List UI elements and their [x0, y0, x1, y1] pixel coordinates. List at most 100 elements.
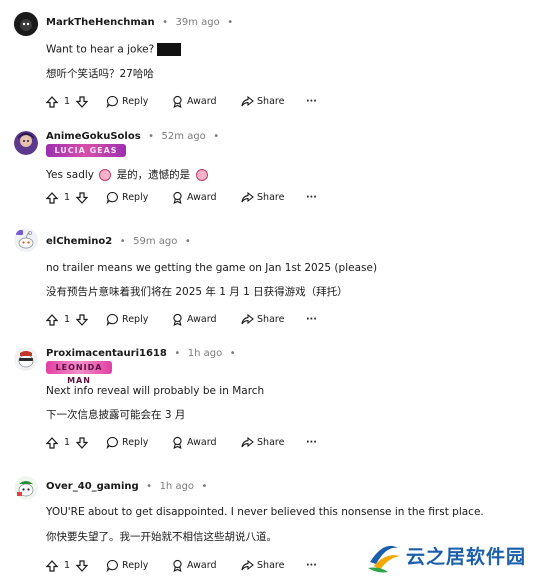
share-button[interactable]: Share: [241, 94, 284, 110]
downvote-button[interactable]: [76, 190, 88, 206]
upvote-icon: [46, 559, 58, 572]
timestamp: 52m ago: [161, 131, 206, 142]
downvote-button[interactable]: [76, 435, 88, 451]
user-flair: LEONIDA MAN: [46, 361, 112, 385]
comment-text: no trailer means we getting the game on …: [46, 262, 378, 274]
award-button[interactable]: Award: [171, 558, 217, 574]
upvote-button[interactable]: [46, 312, 58, 328]
comment: elChemino2 • 59m ago • no trailer means …: [0, 222, 550, 337]
upvote-button[interactable]: [46, 558, 58, 574]
username[interactable]: Proximacentauri1618: [46, 348, 167, 359]
username[interactable]: Over_40_gaming: [46, 481, 139, 492]
emoji-icon: [195, 169, 208, 181]
share-icon: [241, 436, 254, 448]
reply-button[interactable]: Reply: [106, 312, 148, 328]
timestamp: 1h ago: [159, 481, 195, 492]
comment-translation: 没有预告片意味着我们将在 2025 年 1 月 1 日获得游戏（拜托）: [46, 286, 348, 298]
avatar[interactable]: [14, 476, 38, 500]
award-icon: [173, 436, 182, 449]
downvote-icon: [76, 313, 88, 326]
award-icon: [173, 95, 182, 108]
share-icon: [241, 313, 254, 325]
vote-count: 1: [64, 437, 71, 448]
reply-icon: [106, 559, 118, 572]
username[interactable]: MarkTheHenchman: [46, 17, 155, 28]
award-icon: [173, 313, 182, 326]
share-button[interactable]: Share: [241, 558, 284, 574]
emoji-icon: [99, 169, 112, 181]
downvote-button[interactable]: [76, 558, 88, 574]
downvote-icon: [76, 191, 88, 204]
watermark-text: 云之居软件园: [406, 546, 527, 568]
award-button[interactable]: Award: [171, 435, 217, 451]
watermark-logo-icon: [368, 545, 400, 573]
reply-icon: [106, 95, 118, 108]
redacted-emoji: [157, 43, 182, 56]
award-icon: [173, 559, 182, 572]
avatar[interactable]: [14, 228, 38, 252]
comment: AnimeGokuSolos • 52m ago • LUCIA GEAS Ye…: [0, 127, 550, 215]
vote-count: 1: [64, 192, 71, 203]
share-button[interactable]: Share: [241, 435, 284, 451]
upvote-icon: [46, 191, 58, 204]
downvote-icon: [76, 95, 88, 108]
more-options-button[interactable]: ···: [306, 190, 317, 206]
vote-count: 1: [64, 314, 71, 325]
reply-icon: [106, 436, 118, 449]
timestamp: 59m ago: [133, 236, 178, 247]
upvote-button[interactable]: [46, 94, 58, 110]
reply-icon: [106, 313, 118, 326]
vote-count: 1: [64, 560, 71, 571]
award-button[interactable]: Award: [171, 190, 217, 206]
downvote-button[interactable]: [76, 312, 88, 328]
reply-button[interactable]: Reply: [106, 558, 148, 574]
share-icon: [241, 191, 254, 203]
comment: MarkTheHenchman • 39m ago • Want to hear…: [0, 8, 550, 118]
reply-button[interactable]: Reply: [106, 94, 148, 110]
comment-text: Yes sadly 是的，遗憾的是: [46, 167, 210, 182]
share-icon: [241, 559, 254, 571]
award-button[interactable]: Award: [171, 94, 217, 110]
avatar[interactable]: [14, 131, 38, 155]
comment: Proximacentauri1618 • 1h ago • LEONIDA M…: [0, 343, 550, 460]
more-options-button[interactable]: ···: [306, 312, 317, 328]
comment-header: MarkTheHenchman • 39m ago •: [46, 17, 234, 28]
comment-text: Want to hear a joke?: [46, 43, 182, 56]
comment-text: Next info reveal will probably be in Mar…: [46, 385, 265, 397]
username[interactable]: AnimeGokuSolos: [46, 131, 141, 142]
comment-text: YOU'RE about to get disappointed. I neve…: [46, 506, 484, 518]
user-flair: LUCIA GEAS: [46, 144, 126, 157]
upvote-button[interactable]: [46, 190, 58, 206]
comment-header: elChemino2 • 59m ago •: [46, 236, 191, 247]
avatar[interactable]: [14, 12, 38, 36]
comment-translation: 你快要失望了。我一开始就不相信这些胡说八道。: [46, 531, 277, 543]
downvote-icon: [76, 559, 88, 572]
watermark: 云之居软件园: [362, 532, 550, 584]
reply-button[interactable]: Reply: [106, 190, 148, 206]
share-button[interactable]: Share: [241, 312, 284, 328]
reply-button[interactable]: Reply: [106, 435, 148, 451]
timestamp: 1h ago: [187, 348, 223, 359]
more-options-button[interactable]: ···: [306, 435, 317, 451]
avatar[interactable]: [14, 347, 38, 371]
timestamp: 39m ago: [175, 17, 220, 28]
comment-translation: 想听个笑话吗？27哈哈: [46, 68, 154, 80]
username[interactable]: elChemino2: [46, 236, 112, 247]
downvote-icon: [76, 436, 88, 449]
reply-icon: [106, 191, 118, 204]
upvote-button[interactable]: [46, 435, 58, 451]
more-options-button[interactable]: ···: [306, 94, 317, 110]
comment-translation: 下一次信息披露可能会在 3 月: [46, 409, 186, 421]
comment-header: Proximacentauri1618 • 1h ago •: [46, 348, 236, 359]
comment-header: Over_40_gaming • 1h ago •: [46, 481, 208, 492]
award-button[interactable]: Award: [171, 312, 217, 328]
upvote-icon: [46, 313, 58, 326]
comment-header: AnimeGokuSolos • 52m ago •: [46, 131, 220, 142]
downvote-button[interactable]: [76, 94, 88, 110]
share-button[interactable]: Share: [241, 190, 284, 206]
vote-count: 1: [64, 96, 71, 107]
upvote-icon: [46, 95, 58, 108]
upvote-icon: [46, 436, 58, 449]
more-options-button[interactable]: ···: [306, 558, 317, 574]
award-icon: [173, 191, 182, 204]
